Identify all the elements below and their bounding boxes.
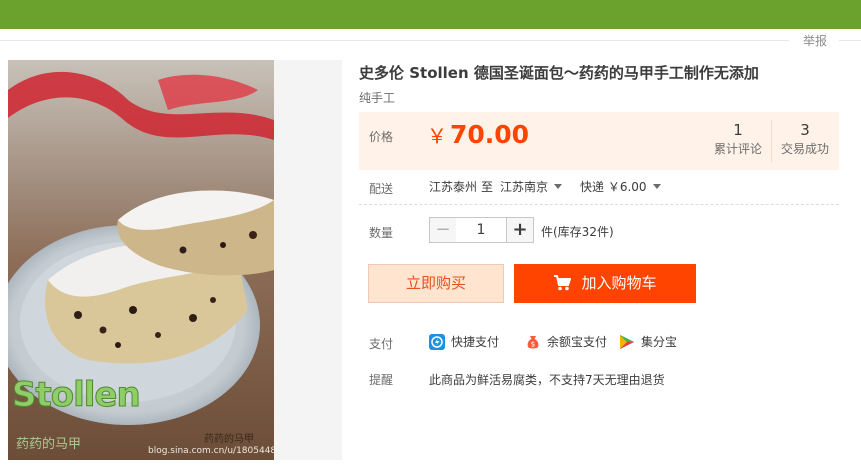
quick-pay-icon [429,334,445,350]
divider [359,204,839,205]
remind-label: 提醒 [369,373,394,387]
payment-method-jifenbao: 集分宝 [619,333,677,351]
buy-now-button[interactable]: 立即购买 [368,264,504,303]
quantity-decrease-button[interactable]: − [429,217,457,243]
top-bar [0,0,861,29]
watermark-blog: 药药的马甲 [16,437,82,452]
quantity-label: 数量 [369,226,394,240]
payment-method-name: 余额宝支付 [547,335,608,349]
jifenbao-icon [619,334,635,350]
watermark-url: blog.sina.com.cn/u/1805448022 [148,446,274,456]
add-to-cart-button[interactable]: 加入购物车 [514,264,696,303]
ship-method-select[interactable]: 快递 ￥6.00 [580,178,661,195]
sales-label: 交易成功 [780,142,829,156]
ship-to-word: 至 [481,180,494,194]
add-to-cart-label: 加入购物车 [581,274,657,292]
product-title: 史多伦 Stollen 德国圣诞面包～药药的马甲手工制作无添加 [359,64,759,82]
yuebao-icon: $ [525,334,541,350]
ship-method: 快递 ￥6.00 [580,180,647,194]
payment-method-name: 快捷支付 [451,335,500,349]
quantity-increase-button[interactable]: + [506,217,534,243]
product-image[interactable]: Stollen 药药的马甲 药药的马甲 blog.sina.com.cn/u/1… [8,60,274,460]
watermark-title: Stollen [12,375,142,416]
ship-to-select[interactable]: 江苏南京 [500,178,563,195]
currency-symbol: ￥ [427,124,447,148]
stock-text: 件(库存32件) [541,225,614,239]
reviews-stat[interactable]: 1 累计评论 [705,120,771,158]
reviews-label: 累计评论 [713,142,762,156]
remind-text: 此商品为鲜活易腐类，不支持7天无理由退货 [429,373,665,387]
watermark-author: 药药的马甲 [204,434,254,445]
price-label: 价格 [369,130,394,144]
sales-count: 3 [800,121,810,139]
shipping-label: 配送 [369,182,394,196]
ship-to: 江苏南京 [500,180,549,194]
svg-text:$: $ [531,341,535,349]
price-value: ￥ 70.00 [427,120,529,149]
chevron-down-icon [554,184,563,189]
sales-stat: 3 交易成功 [772,120,838,158]
price-panel: 价格 ￥ 70.00 1 累计评论 3 交易成功 [359,112,839,170]
reviews-count: 1 [733,121,743,139]
payment-label: 支付 [369,337,394,351]
product-subtitle: 纯手工 [359,91,396,105]
product-gallery: Stollen 药药的马甲 药药的马甲 blog.sina.com.cn/u/1… [8,60,342,460]
payment-method-quick: 快捷支付 [429,333,499,351]
chevron-down-icon [652,184,661,189]
payment-method-name: 集分宝 [641,335,678,349]
divider [839,40,861,41]
price-amount: 70.00 [450,120,530,149]
report-link[interactable]: 举报 [793,32,837,49]
payment-method-yuebao: $ 余额宝支付 [525,333,607,351]
ship-from: 江苏泰州 [429,180,478,194]
divider [0,40,789,41]
quantity-input[interactable]: 1 [456,217,506,243]
cart-icon [553,267,572,306]
